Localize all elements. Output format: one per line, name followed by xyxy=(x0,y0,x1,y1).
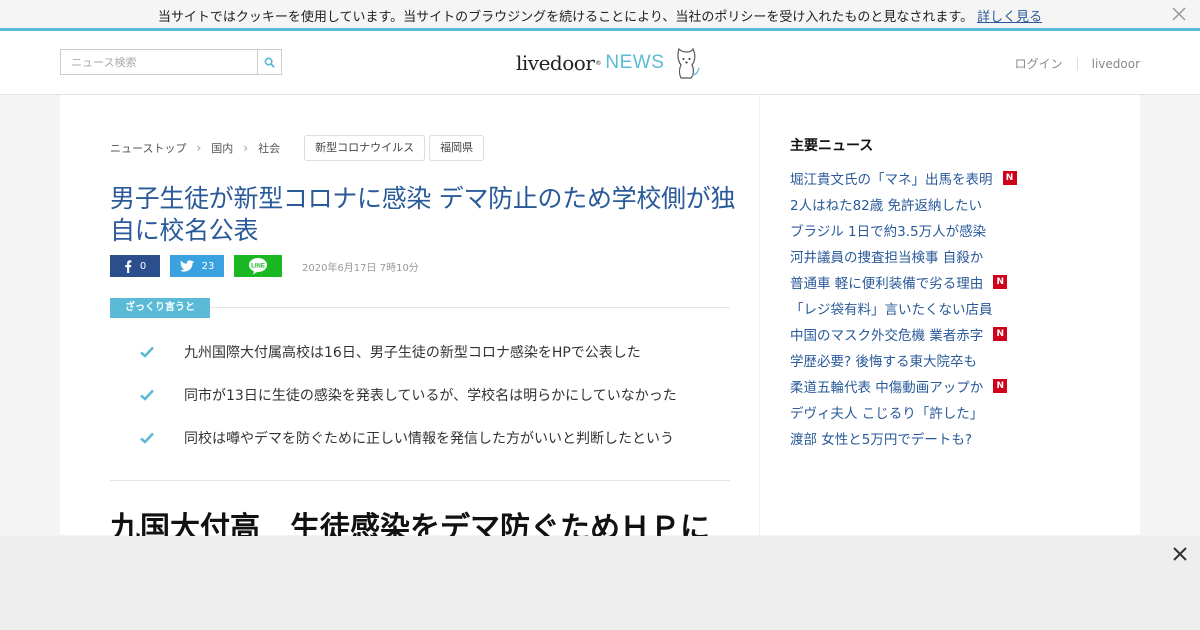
breadcrumb-news-top[interactable]: ニューストップ xyxy=(110,140,186,156)
logo-mark: ® xyxy=(595,59,602,67)
cookie-banner: 当サイトではクッキーを使用しています。当サイトのブラウジングを続けることにより、… xyxy=(0,0,1200,31)
news-list-item[interactable]: 学歴必要? 後悔する東大院卒も xyxy=(790,347,1110,373)
chevron-right-icon: › xyxy=(196,141,202,155)
article-headline: 男子生徒が新型コロナに感染 デマ防止のため学校側が独自に校名公表 xyxy=(110,184,736,245)
summary-point-text: 九州国際大付属高校は16日、男子生徒の新型コロナ感染をHPで公表した xyxy=(184,345,641,361)
facebook-share-count: 0 xyxy=(139,260,147,272)
news-list-item-title: 中国のマスク外交危機 業者赤字 xyxy=(790,328,984,344)
facebook-icon xyxy=(125,259,132,273)
close-icon[interactable] xyxy=(1170,544,1190,564)
summary-points: 九州国際大付属高校は16日、男子生徒の新型コロナ感染をHPで公表した 同市が13… xyxy=(140,343,740,472)
news-list-item-title: 堀江貴文氏の「マネ」出馬を表明 xyxy=(790,172,993,188)
site-logo[interactable]: livedoor ® NEWS xyxy=(516,43,701,83)
check-icon xyxy=(140,346,154,358)
news-list-item[interactable]: ブラジル 1日で約3.5万人が感染 xyxy=(790,217,1110,243)
summary-point: 九州国際大付属高校は16日、男子生徒の新型コロナ感染をHPで公表した xyxy=(140,343,740,386)
news-list-item[interactable]: 中国のマスク外交危機 業者赤字 N xyxy=(790,321,1110,347)
new-badge: N xyxy=(993,379,1008,393)
summary-point: 同市が13日に生徒の感染を発表しているが、学校名は明らかにしていなかった xyxy=(140,386,740,429)
svg-text:LINE: LINE xyxy=(251,263,265,269)
summary-divider xyxy=(210,307,730,308)
news-list-item-title: 柔道五輪代表 中傷動画アップか xyxy=(790,380,984,396)
news-list-item[interactable]: デヴィ夫人 こじるり「許した」 xyxy=(790,399,1110,425)
logo-news: NEWS xyxy=(605,52,665,73)
summary-point-text: 同市が13日に生徒の感染を発表しているが、学校名は明らかにしていなかった xyxy=(184,388,677,404)
login-link[interactable]: ログイン xyxy=(1015,55,1063,72)
twitter-icon xyxy=(179,260,194,272)
search-input[interactable] xyxy=(61,50,258,74)
publish-date: 2020年6月17日 7時10分 xyxy=(302,262,419,274)
summary-label: ざっくり言うと xyxy=(110,298,210,318)
twitter-share-button[interactable]: 23 xyxy=(170,255,224,277)
news-list-item-title: 2人はねた82歳 免許返納したい xyxy=(790,198,983,214)
news-list-item-title: 渡部 女性と5万円でデートも? xyxy=(790,432,973,448)
search-box xyxy=(60,49,282,75)
news-list-item-title: 「レジ袋有料」言いたくない店員 xyxy=(790,302,993,318)
tag-fukuoka[interactable]: 福岡県 xyxy=(429,135,485,161)
dog-mascot-icon xyxy=(677,47,700,79)
header-links: ログイン livedoor xyxy=(1015,55,1140,72)
header-divider xyxy=(1076,57,1078,70)
line-icon: LINE xyxy=(249,258,267,275)
news-list-item[interactable]: 柔道五輪代表 中傷動画アップか N xyxy=(790,373,1110,399)
news-list-item-title: 河井議員の捜査担当検事 自殺か xyxy=(790,250,984,266)
news-list-item-title: ブラジル 1日で約3.5万人が感染 xyxy=(790,224,987,240)
news-list-item[interactable]: 河井議員の捜査担当検事 自殺か xyxy=(790,243,1110,269)
sidebar-title: 主要ニュース xyxy=(790,138,874,154)
cookie-close-icon[interactable] xyxy=(1170,5,1188,23)
content-area: ニューストップ › 国内 › 社会 新型コロナウイルス 福岡県 男子生徒が新型コ… xyxy=(60,95,1140,546)
site-header: livedoor®NEWS ログイン livedoor xyxy=(0,31,1200,95)
share-bar: 0 23 LINE 2020年6月17日 7時10分 xyxy=(110,255,419,277)
ad-banner xyxy=(0,536,1200,630)
new-badge: N xyxy=(993,275,1008,289)
chevron-right-icon: › xyxy=(243,141,249,155)
check-icon xyxy=(140,432,154,444)
facebook-share-button[interactable]: 0 xyxy=(110,255,160,277)
news-list-item[interactable]: 普通車 軽に便利装備で劣る理由 N xyxy=(790,269,1110,295)
cookie-text: 当サイトではクッキーを使用しています。当サイトのブラウジングを続けることにより、… xyxy=(157,10,974,25)
news-list-item[interactable]: 渡部 女性と5万円でデートも? xyxy=(790,425,1110,451)
news-list-item[interactable]: 2人はねた82歳 免許返納したい xyxy=(790,191,1110,217)
article-column: ニューストップ › 国内 › 社会 新型コロナウイルス 福岡県 男子生徒が新型コ… xyxy=(60,95,760,546)
breadcrumb-domestic[interactable]: 国内 xyxy=(211,140,233,156)
major-news-list: 堀江貴文氏の「マネ」出馬を表明 N 2人はねた82歳 免許返納したい ブラジル 1日で… xyxy=(790,165,1110,451)
line-share-button[interactable]: LINE xyxy=(234,255,282,277)
summary-point-text: 同校は噂やデマを防ぐために正しい情報を発信した方がいいと判断したという xyxy=(184,431,674,447)
section-divider xyxy=(110,480,730,481)
news-list-item-title: デヴィ夫人 こじるり「許した」 xyxy=(790,406,984,422)
logo-livedoor: livedoor xyxy=(516,51,595,75)
new-badge: N xyxy=(993,327,1008,341)
search-button[interactable] xyxy=(257,50,281,74)
news-list-item-title: 学歴必要? 後悔する東大院卒も xyxy=(790,354,977,370)
cookie-details-link[interactable]: 詳しく見る xyxy=(977,10,1042,25)
new-badge: N xyxy=(1002,171,1017,185)
breadcrumb: ニューストップ › 国内 › 社会 新型コロナウイルス 福岡県 xyxy=(110,135,485,161)
news-list-item[interactable]: 「レジ袋有料」言いたくない店員 xyxy=(790,295,1110,321)
check-icon xyxy=(140,389,154,401)
tag-coronavirus[interactable]: 新型コロナウイルス xyxy=(304,135,426,161)
search-icon xyxy=(264,57,275,68)
news-list-item-title: 普通車 軽に便利装備で劣る理由 xyxy=(790,276,984,292)
news-list-item[interactable]: 堀江貴文氏の「マネ」出馬を表明 N xyxy=(790,165,1110,191)
twitter-share-count: 23 xyxy=(201,260,215,272)
summary-point: 同校は噂やデマを防ぐために正しい情報を発信した方がいいと判断したという xyxy=(140,429,740,472)
cookie-message: 当サイトではクッキーを使用しています。当サイトのブラウジングを続けることにより、… xyxy=(0,6,1200,25)
breadcrumb-society[interactable]: 社会 xyxy=(258,140,280,156)
livedoor-link[interactable]: livedoor xyxy=(1092,57,1140,71)
